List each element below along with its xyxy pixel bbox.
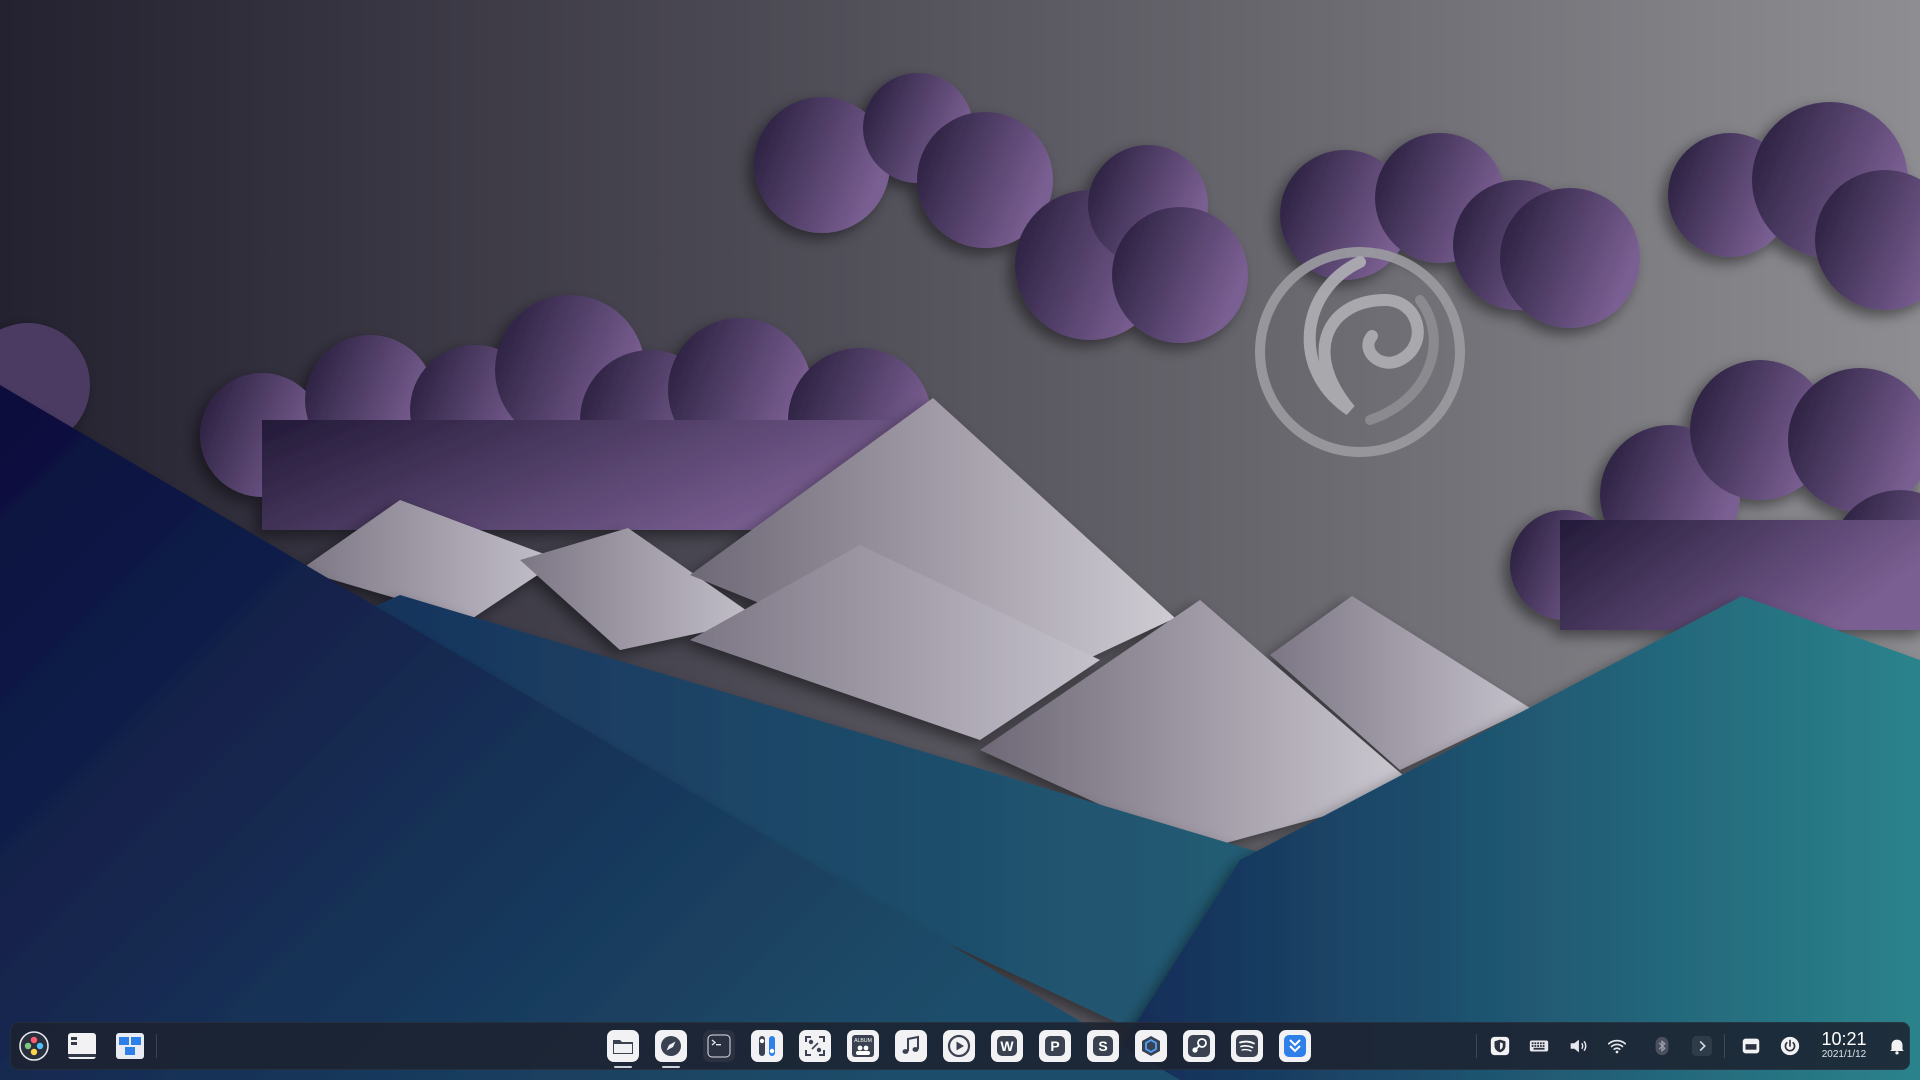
movie-button[interactable]: [943, 1030, 975, 1062]
keyboard-tray-button[interactable]: [1525, 1032, 1553, 1060]
keyboard-icon: [1529, 1040, 1549, 1052]
presentation-label: P: [1050, 1038, 1059, 1054]
multitask-view-icon: [116, 1033, 144, 1059]
running-indicator: [614, 1066, 632, 1068]
window-mode-button[interactable]: [1737, 1032, 1765, 1060]
spreadsheet-label: S: [1098, 1038, 1107, 1054]
spreadsheet-button[interactable]: S: [1087, 1030, 1119, 1062]
window-icon: [1742, 1038, 1760, 1054]
clock-time: 10:21: [1821, 1029, 1867, 1049]
play-icon: [947, 1034, 971, 1058]
launcher-icon: [19, 1031, 49, 1061]
multitask-view-button[interactable]: [114, 1030, 146, 1062]
expand-tray-button[interactable]: [1688, 1032, 1716, 1060]
presentation-button[interactable]: P: [1039, 1030, 1071, 1062]
album-label: ALBUM: [854, 1038, 872, 1044]
taskbar-separator: [1724, 1034, 1725, 1058]
screenshot-button[interactable]: [799, 1030, 831, 1062]
clock-date: 2021/1/12: [1821, 1049, 1867, 1060]
browser-compass-icon: [661, 1036, 681, 1056]
terminal-button[interactable]: [703, 1030, 735, 1062]
power-button[interactable]: [1776, 1032, 1804, 1060]
music-note-icon: [902, 1035, 919, 1054]
music-button[interactable]: [895, 1030, 927, 1062]
notification-center-button[interactable]: [1883, 1032, 1911, 1060]
power-icon: [1780, 1036, 1800, 1056]
steam-icon: [1188, 1035, 1210, 1057]
chevron-right-icon: [1691, 1035, 1713, 1057]
writer-label: W: [1000, 1038, 1014, 1054]
taskbar-separator: [156, 1034, 157, 1058]
app-store-button[interactable]: [1135, 1030, 1167, 1062]
folder-icon: [613, 1040, 633, 1054]
launcher-button[interactable]: [18, 1030, 50, 1062]
s-letter-icon: S: [1093, 1036, 1113, 1056]
taskbar: ALBUM W P S 10:21 2021/1/12: [10, 1022, 1910, 1070]
terminal-icon: [707, 1034, 731, 1058]
show-desktop-icon: [68, 1033, 96, 1059]
writer-button[interactable]: W: [991, 1030, 1023, 1062]
w-letter-icon: W: [997, 1036, 1017, 1056]
bell-icon: [1890, 1039, 1904, 1055]
file-manager-button[interactable]: [607, 1030, 639, 1062]
desktop-wallpaper: [0, 0, 1920, 1080]
running-indicator: [662, 1066, 680, 1068]
hexagon-icon: [1142, 1036, 1160, 1056]
download-chevron-icon: [1284, 1035, 1306, 1057]
control-center-button[interactable]: [751, 1030, 783, 1062]
shield-icon: [1490, 1036, 1510, 1056]
bluetooth-icon: [1655, 1036, 1669, 1056]
browser-button[interactable]: [655, 1030, 687, 1062]
security-tray-button[interactable]: [1486, 1032, 1514, 1060]
album-button[interactable]: ALBUM: [847, 1030, 879, 1062]
spotify-icon: [1236, 1035, 1258, 1057]
speaker-icon: [1570, 1039, 1587, 1053]
spotify-button[interactable]: [1231, 1030, 1263, 1062]
wifi-tray-button[interactable]: [1603, 1032, 1631, 1060]
steam-button[interactable]: [1183, 1030, 1215, 1062]
downloader-button[interactable]: [1279, 1030, 1311, 1062]
show-desktop-button[interactable]: [66, 1030, 98, 1062]
taskbar-separator: [1476, 1034, 1477, 1058]
clock[interactable]: 10:21 2021/1/12: [1810, 1029, 1878, 1061]
volume-tray-button[interactable]: [1564, 1032, 1592, 1060]
wifi-icon: [1607, 1039, 1627, 1054]
settings-toggle-icon: [759, 1036, 775, 1056]
screenshot-icon: [805, 1036, 825, 1056]
bluetooth-tray-button[interactable]: [1648, 1032, 1676, 1060]
p-letter-icon: P: [1045, 1036, 1065, 1056]
album-icon: ALBUM: [852, 1035, 874, 1057]
